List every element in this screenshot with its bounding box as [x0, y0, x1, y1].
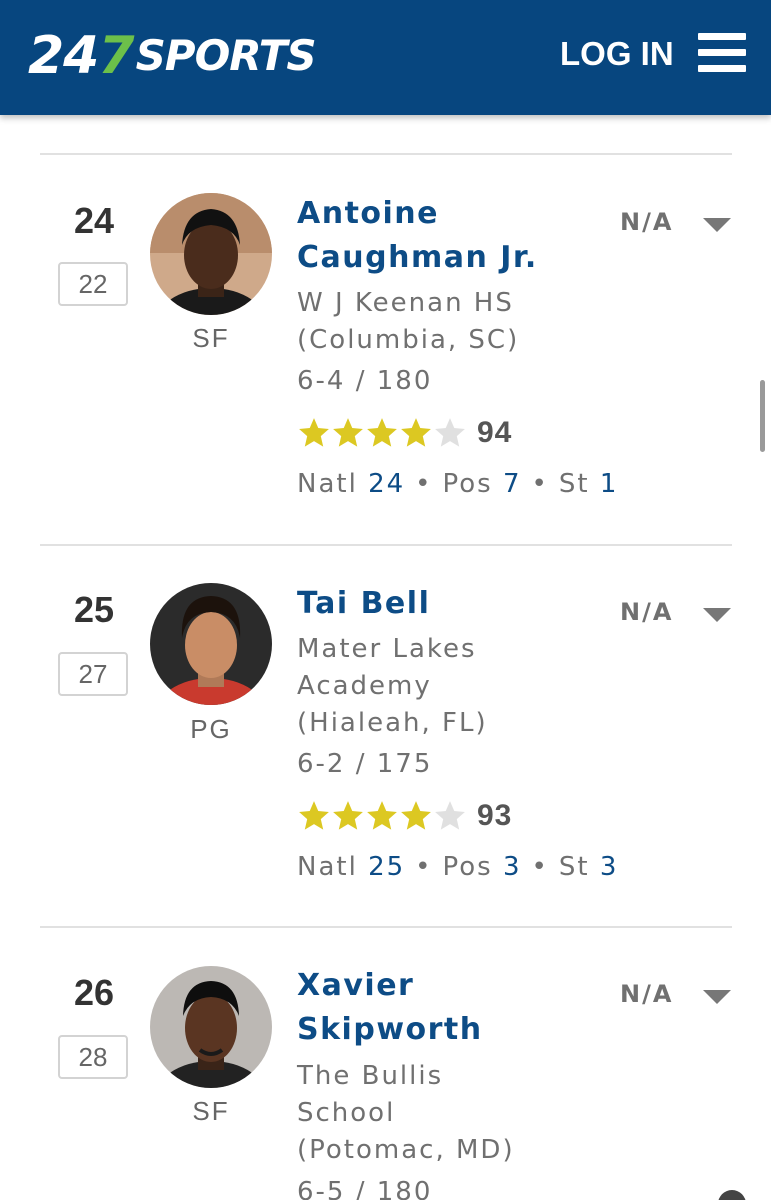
- player-row: 26 28 SF Xavier Skipworth The Bullis Sch…: [0, 928, 771, 1200]
- player-rankings: Natl 24 • Pos 7 • St 1: [297, 469, 618, 499]
- natl-label: Natl: [297, 852, 358, 882]
- player-school: W J Keenan HS (Columbia, SC): [297, 285, 617, 359]
- player-name[interactable]: Xavier Skipworth: [297, 964, 597, 1052]
- site-header: 247 SPORTS LOG IN: [0, 0, 771, 115]
- player-metrics: 6-5 / 180: [297, 1177, 433, 1200]
- player-school: The Bullis School (Potomac, MD): [297, 1058, 617, 1169]
- site-logo[interactable]: 247 SPORTS: [28, 26, 317, 86]
- school-line2: Academy: [297, 671, 432, 701]
- star-filled-icon: [299, 418, 329, 447]
- player-row: 25 27 PG Tai Bell Mater Lakes Academy (H…: [0, 546, 771, 926]
- logo-number-24: 24: [28, 26, 99, 86]
- player-name-line1: Antoine: [297, 196, 440, 231]
- school-line3: (Potomac, MD): [297, 1135, 515, 1165]
- star-empty-icon: [435, 801, 465, 830]
- st-label: St: [558, 852, 590, 882]
- player-avatar[interactable]: [150, 193, 272, 315]
- player-avatar[interactable]: [150, 966, 272, 1088]
- player-rating: 94: [477, 416, 513, 449]
- school-line2: School: [297, 1098, 396, 1128]
- player-row: 24 22 SF Antoine Caughman Jr. W J Keenan…: [0, 155, 771, 545]
- school-line1: Mater Lakes: [297, 634, 477, 664]
- chevron-down-icon[interactable]: [702, 216, 732, 236]
- separator-dot: •: [531, 852, 549, 882]
- star-filled-icon: [299, 801, 329, 830]
- menu-bar-top: [698, 33, 746, 40]
- commitment-status: N/A: [620, 208, 674, 236]
- commitment-status: N/A: [620, 598, 674, 626]
- natl-rank[interactable]: 24: [368, 469, 405, 499]
- star-filled-icon: [333, 418, 363, 447]
- menu-bar-middle: [698, 49, 746, 56]
- school-line1: W J Keenan HS: [297, 288, 514, 318]
- star-filled-icon: [401, 801, 431, 830]
- chevron-down-icon[interactable]: [702, 988, 732, 1008]
- natl-label: Natl: [297, 469, 358, 499]
- player-position: SF: [192, 1096, 230, 1126]
- pos-label: Pos: [442, 469, 493, 499]
- logo-wordmark: SPORTS: [135, 31, 317, 80]
- pos-rank[interactable]: 7: [503, 469, 522, 499]
- player-school: Mater Lakes Academy (Hialeah, FL): [297, 631, 617, 742]
- menu-bar-bottom: [698, 65, 746, 72]
- avatar-image: [150, 583, 272, 705]
- separator-dot: •: [531, 469, 549, 499]
- previous-rank-badge: 27: [58, 652, 128, 696]
- state-rank[interactable]: 1: [600, 469, 619, 499]
- star-empty-icon: [435, 418, 465, 447]
- player-name-line2: Skipworth: [297, 1012, 483, 1047]
- pos-rank[interactable]: 3: [503, 852, 522, 882]
- player-name[interactable]: Tai Bell: [297, 582, 597, 626]
- hamburger-menu-icon[interactable]: [698, 33, 746, 73]
- player-name[interactable]: Antoine Caughman Jr.: [297, 192, 597, 280]
- school-line2: (Columbia, SC): [297, 325, 520, 355]
- commitment-status: N/A: [620, 980, 674, 1008]
- player-metrics: 6-4 / 180: [297, 366, 433, 396]
- pos-label: Pos: [442, 852, 493, 882]
- previous-rank-badge: 28: [58, 1035, 128, 1079]
- school-line1: The Bullis: [297, 1061, 444, 1091]
- school-line3: (Hialeah, FL): [297, 708, 488, 738]
- rank-number: 25: [73, 589, 115, 630]
- star-filled-icon: [333, 801, 363, 830]
- star-filled-icon: [367, 801, 397, 830]
- player-name-line2: Caughman Jr.: [297, 240, 538, 275]
- previous-rank-badge: 22: [58, 262, 128, 306]
- logo-number: 247: [28, 26, 135, 86]
- player-rankings: Natl 25 • Pos 3 • St 3: [297, 852, 618, 882]
- st-label: St: [558, 469, 590, 499]
- player-position: SF: [192, 323, 230, 353]
- login-button[interactable]: LOG IN: [560, 32, 674, 76]
- avatar-image: [150, 966, 272, 1088]
- player-metrics: 6-2 / 175: [297, 749, 433, 779]
- player-rating: 93: [477, 799, 513, 832]
- player-avatar[interactable]: [150, 583, 272, 705]
- state-rank[interactable]: 3: [600, 852, 619, 882]
- star-rating: 93: [297, 798, 512, 834]
- separator-dot: •: [415, 852, 433, 882]
- player-position: PG: [190, 714, 232, 744]
- star-filled-icon: [401, 418, 431, 447]
- natl-rank[interactable]: 25: [368, 852, 405, 882]
- logo-number-7: 7: [98, 26, 134, 86]
- separator-dot: •: [415, 469, 433, 499]
- star-rating: 94: [297, 415, 512, 451]
- player-name-line1: Tai Bell: [297, 586, 431, 621]
- avatar-image: [150, 193, 272, 315]
- player-name-line1: Xavier: [297, 968, 415, 1003]
- scrollbar-thumb[interactable]: [760, 380, 765, 452]
- chevron-down-icon[interactable]: [702, 606, 732, 626]
- rank-number: 24: [73, 200, 115, 241]
- rank-number: 26: [73, 972, 115, 1013]
- star-filled-icon: [367, 418, 397, 447]
- page: 247 SPORTS LOG IN 24 22 SF Antoine Caugh…: [0, 0, 771, 1200]
